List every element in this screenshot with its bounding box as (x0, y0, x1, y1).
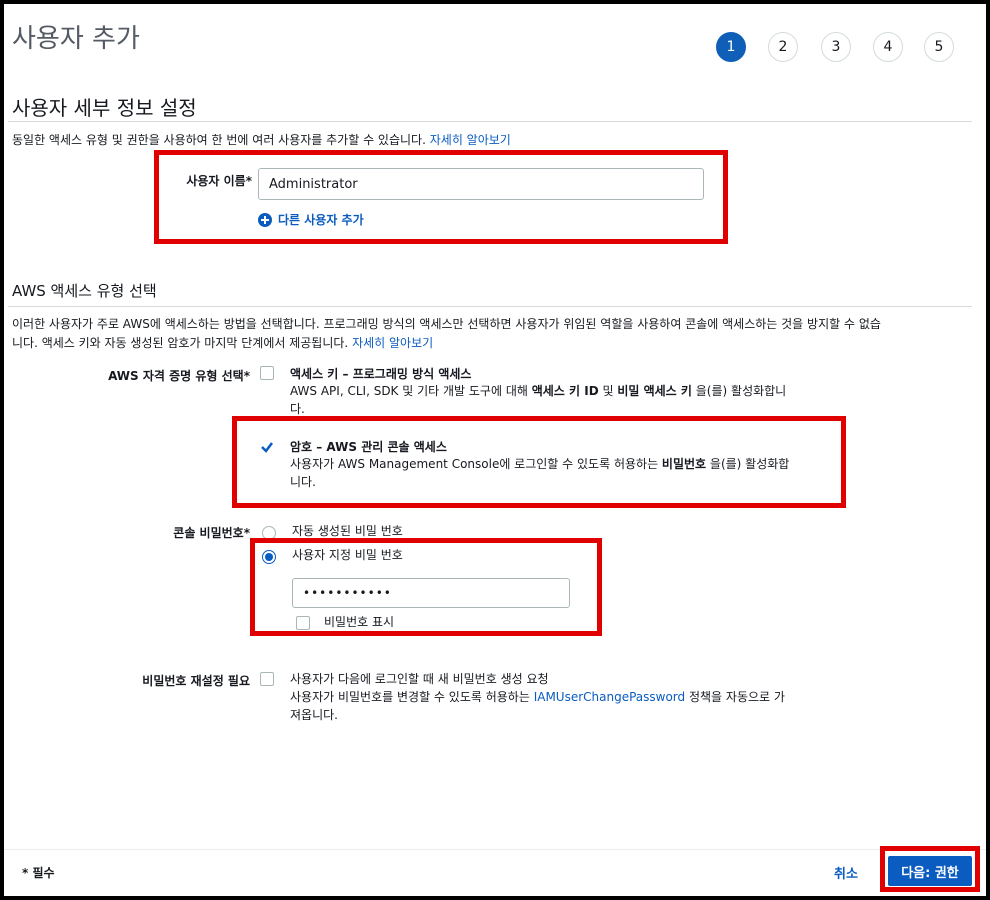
step-2[interactable]: 2 (768, 32, 798, 62)
credential-type-label: AWS 자격 증명 유형 선택* (108, 369, 250, 383)
learn-more-link[interactable]: 자세히 알아보기 (352, 336, 433, 350)
username-input[interactable]: Administrator (258, 168, 704, 200)
step-5[interactable]: 5 (924, 32, 954, 62)
username-label: 사용자 이름* (186, 174, 252, 188)
access-key-checkbox[interactable] (260, 366, 274, 380)
access-key-description: AWS API, CLI, SDK 및 기타 개발 도구에 대해 액세스 키 I… (290, 384, 787, 416)
password-reset-checkbox[interactable] (260, 672, 274, 686)
step-4[interactable]: 4 (873, 32, 903, 62)
access-type-heading: AWS 액세스 유형 선택 (12, 282, 157, 300)
custom-password-radio[interactable] (262, 550, 276, 564)
password-access-description: 사용자가 AWS Management Console에 로그인할 수 있도록 … (290, 457, 790, 489)
iam-policy-link[interactable]: IAMUserChangePassword (534, 690, 685, 704)
cancel-button[interactable]: 취소 (834, 863, 858, 882)
custom-password-label: 사용자 지정 비밀 번호 (292, 548, 403, 562)
user-details-description: 동일한 액세스 유형 및 권한을 사용하여 한 번에 여러 사용자를 추가할 수… (12, 133, 511, 147)
user-details-heading: 사용자 세부 정보 설정 (12, 96, 197, 120)
checkmark-icon (261, 442, 273, 453)
password-reset-description: 사용자가 다음에 로그인할 때 새 비밀번호 생성 요청 사용자가 비밀번호를 … (290, 672, 785, 722)
password-reset-label: 비밀번호 재설정 필요 (142, 674, 250, 688)
plus-circle-icon (258, 212, 272, 227)
page-title: 사용자 추가 (12, 24, 140, 54)
footer: * 필수 취소 다음: 권한 (4, 849, 986, 897)
divider (8, 306, 972, 307)
divider (8, 121, 972, 122)
add-user-page: 사용자 추가 1 2 3 4 5 사용자 세부 정보 설정 동일한 액세스 유형… (0, 0, 990, 900)
show-password-checkbox[interactable] (296, 616, 310, 630)
add-another-user-link[interactable]: 다른 사용자 추가 (258, 211, 364, 228)
show-password-label: 비밀번호 표시 (324, 615, 395, 629)
learn-more-link[interactable]: 자세히 알아보기 (430, 133, 511, 147)
console-password-label: 콘솔 비밀번호* (173, 526, 250, 540)
password-input[interactable]: ••••••••••• (292, 578, 570, 608)
password-access-title: 암호 – AWS 관리 콘솔 액세스 (290, 440, 447, 454)
access-key-title: 액세스 키 – 프로그래밍 방식 액세스 (290, 367, 472, 381)
access-type-description: 이러한 사용자가 주로 AWS에 액세스하는 방법을 선택합니다. 프로그래밍 … (12, 317, 881, 350)
auto-password-label: 자동 생성된 비밀 번호 (292, 524, 403, 538)
required-note: * 필수 (22, 866, 55, 880)
next-permissions-button[interactable]: 다음: 권한 (888, 856, 972, 886)
password-access-checkbox[interactable] (260, 440, 274, 454)
step-3[interactable]: 3 (821, 32, 851, 62)
step-1[interactable]: 1 (716, 32, 746, 62)
auto-password-radio[interactable] (262, 526, 276, 540)
